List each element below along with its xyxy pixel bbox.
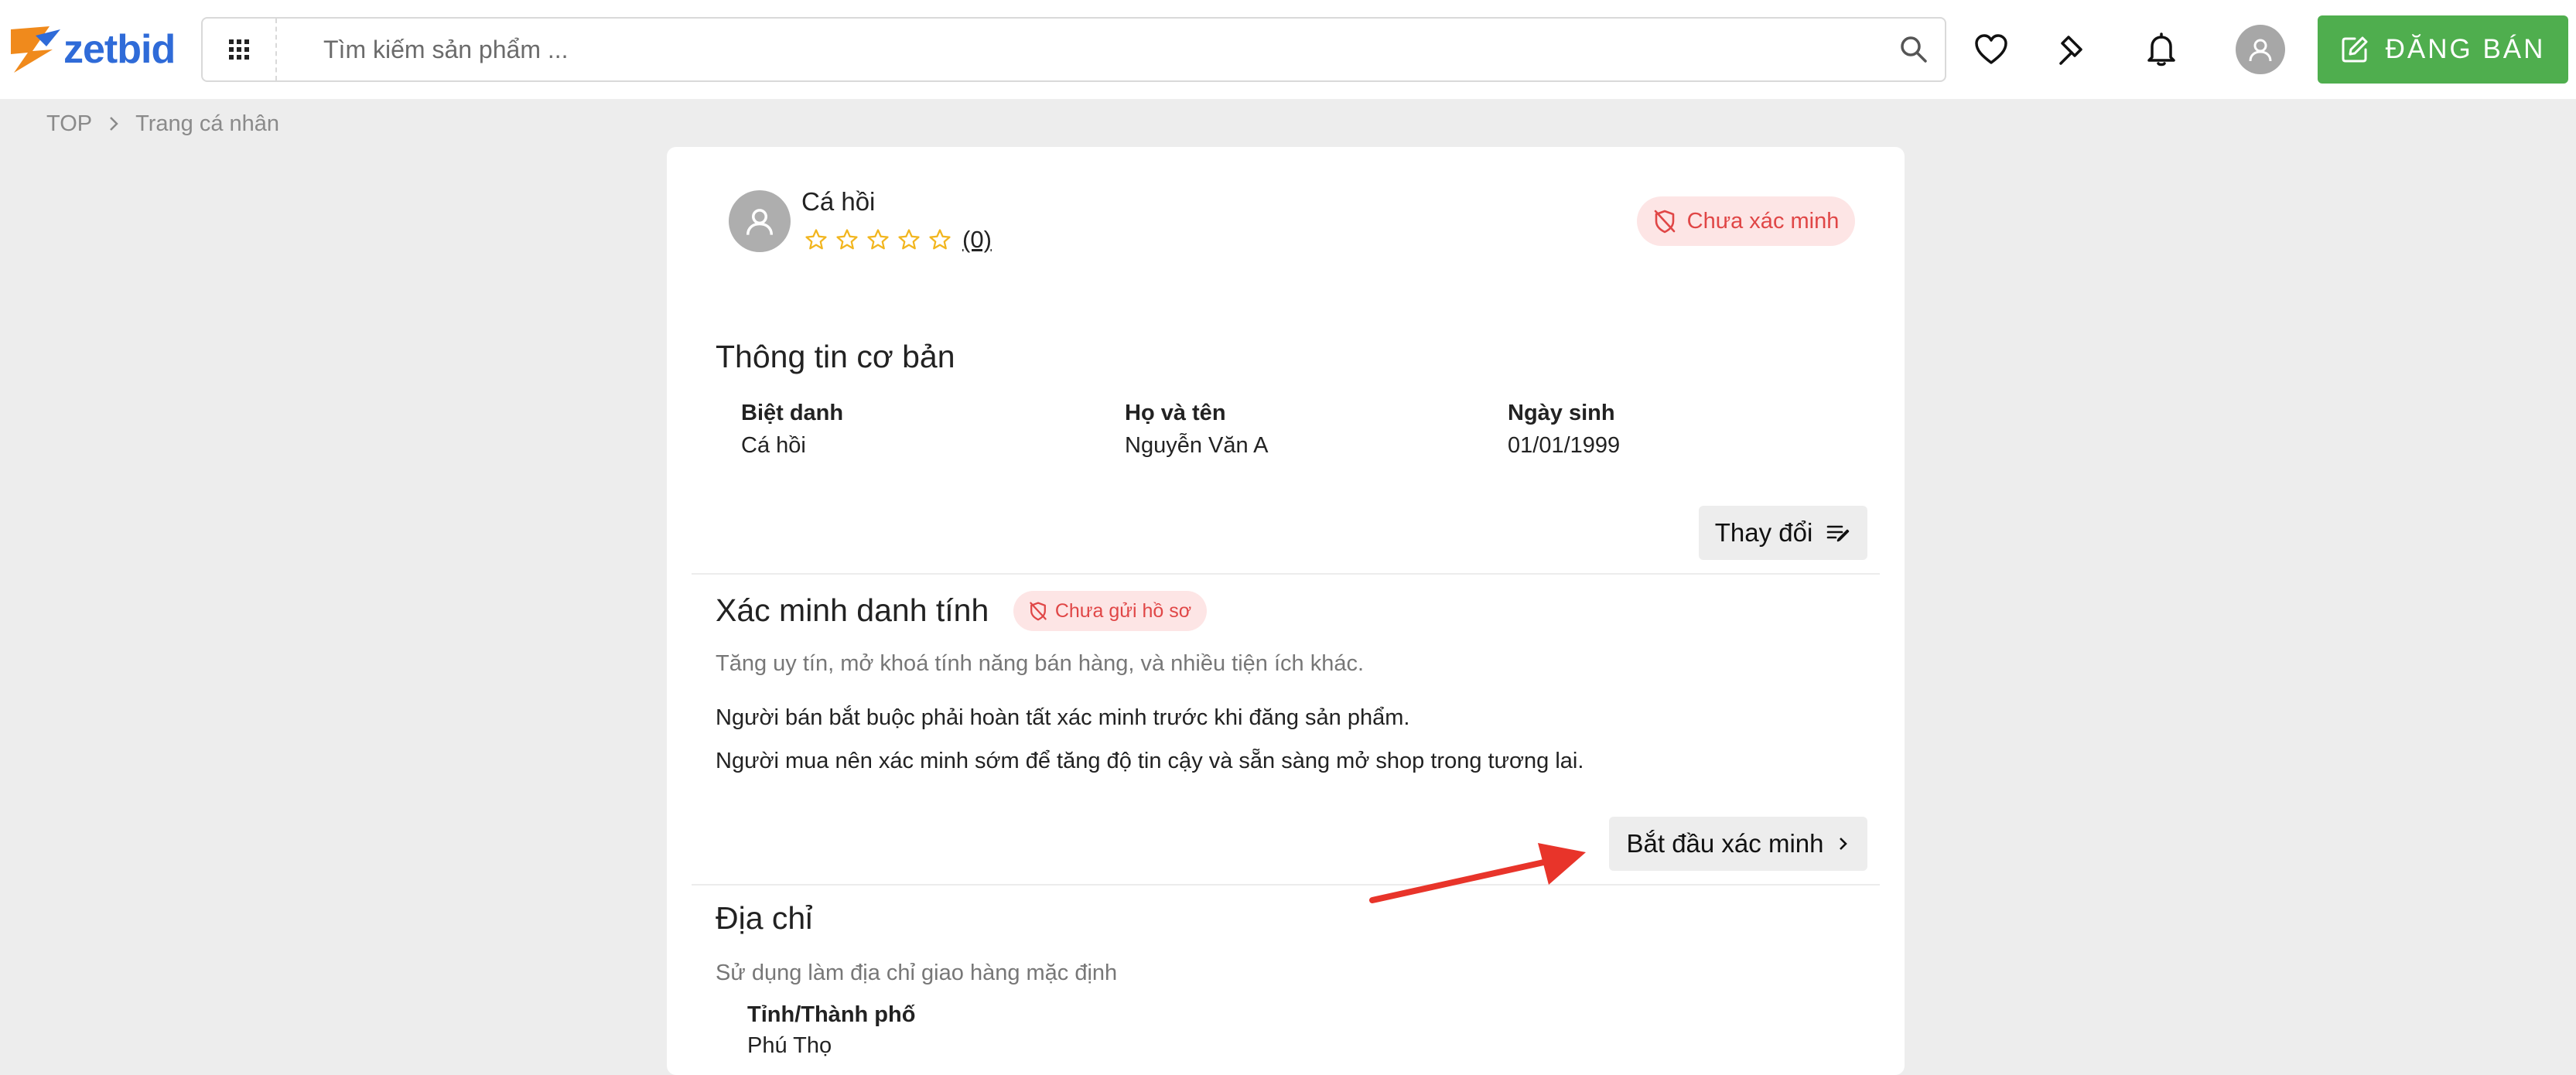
edit-icon [2342, 36, 2368, 63]
breadcrumb-root-link[interactable]: TOP [46, 111, 92, 137]
chevron-right-icon [110, 117, 118, 131]
chevron-right-icon [1840, 838, 1848, 850]
submission-status-badge: Chưa gửi hồ sơ [1013, 591, 1207, 631]
submission-status-label: Chưa gửi hồ sơ [1054, 599, 1192, 622]
start-verification-button[interactable]: Bắt đầu xác minh [1609, 817, 1867, 871]
user-icon [2249, 39, 2272, 62]
auction-button[interactable] [2048, 26, 2095, 73]
address-subtitle: Sử dụng làm địa chỉ giao hàng mặc định [716, 961, 1118, 985]
notifications-button[interactable] [2138, 26, 2185, 73]
profile-name: Cá hồi [801, 187, 876, 216]
rating-count-link[interactable]: (0) [962, 226, 992, 254]
heart-icon [1975, 34, 2007, 64]
change-info-button[interactable]: Thay đổi [1699, 506, 1867, 560]
section-divider [692, 884, 1880, 886]
birthdate-label: Ngày sinh [1508, 401, 1615, 425]
nickname-label: Biệt danh [741, 401, 844, 425]
star-icon [836, 229, 858, 250]
star-icon [898, 229, 920, 250]
shield-off-icon [1030, 602, 1047, 621]
search-button[interactable] [1883, 20, 1945, 79]
address-title: Địa chỉ [716, 900, 813, 936]
breadcrumb: TOP Trang cá nhân [46, 108, 279, 139]
user-avatar-button[interactable] [2236, 25, 2285, 74]
fullname-value: Nguyễn Văn A [1125, 433, 1269, 458]
bell-icon [2147, 32, 2175, 67]
profile-card: Cá hồi (0) Chưa xác minh Thông tin cơ bả… [667, 147, 1905, 1075]
verification-status-label: Chưa xác minh [1686, 208, 1840, 234]
verification-subtitle: Tăng uy tín, mở khoá tính năng bán hàng,… [716, 651, 1365, 676]
post-listing-button[interactable]: ĐĂNG BÁN [2318, 15, 2568, 84]
zetbid-logo[interactable]: zetbid [5, 17, 187, 82]
category-menu-button[interactable] [203, 19, 277, 80]
breadcrumb-current: Trang cá nhân [135, 111, 280, 136]
shield-off-icon [1654, 210, 1675, 234]
province-label: Tỉnh/Thành phố [747, 1002, 916, 1027]
verification-seller-note: Người bán bắt buộc phải hoàn tất xác min… [716, 705, 1410, 730]
search-input[interactable] [277, 20, 1883, 79]
post-listing-label: ĐĂNG BÁN [2385, 34, 2546, 64]
favorites-button[interactable] [1968, 26, 2014, 73]
profile-avatar [729, 190, 791, 252]
rating-stars: (0) [805, 226, 992, 254]
edit-list-icon [1826, 525, 1850, 542]
logo-text: zetbid [63, 27, 176, 72]
verification-status-badge: Chưa xác minh [1637, 196, 1855, 246]
fullname-label: Họ và tên [1125, 401, 1226, 425]
grid-icon [229, 39, 249, 60]
basic-info-title: Thông tin cơ bản [716, 339, 955, 374]
birthdate-value: 01/01/1999 [1508, 433, 1621, 458]
start-verification-label: Bắt đầu xác minh [1626, 829, 1824, 858]
star-icon [929, 229, 951, 250]
nickname-value: Cá hồi [741, 433, 806, 458]
top-header: zetbid Tìm kiếm sản phẩm ... ĐĂNG BÁN [0, 0, 2576, 99]
section-divider [692, 573, 1880, 575]
gavel-icon [2059, 36, 2082, 65]
logo-mark-icon [11, 26, 60, 73]
annotation-arrow [1369, 843, 1586, 903]
change-info-label: Thay đổi [1714, 518, 1813, 547]
user-icon [746, 209, 774, 235]
star-icon [867, 229, 889, 250]
search-bar [201, 17, 1946, 82]
province-value: Phú Thọ [747, 1033, 832, 1058]
star-icon [805, 229, 827, 250]
search-icon [1901, 36, 1927, 63]
verification-buyer-note: Người mua nên xác minh sớm để tăng độ ti… [716, 749, 1584, 773]
verification-title: Xác minh danh tính [716, 592, 989, 628]
